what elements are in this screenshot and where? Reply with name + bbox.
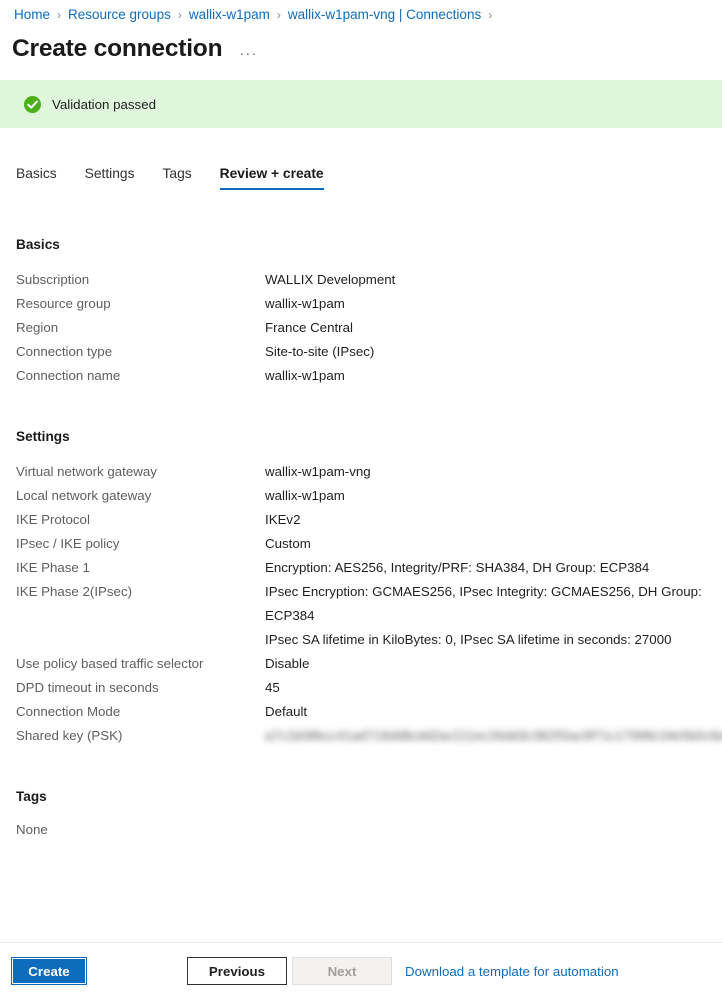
breadcrumb: Home › Resource groups › wallix-w1pam › … <box>0 0 722 24</box>
row-value-ike-protocol: IKEv2 <box>265 512 301 527</box>
row-label-ike-protocol: IKE Protocol <box>16 512 90 527</box>
row-label-connection-mode: Connection Mode <box>16 704 121 719</box>
table-row: IKE Phase 1 Encryption: AES256, Integrit… <box>16 556 714 580</box>
previous-button[interactable]: Previous <box>187 957 287 985</box>
row-value-virtual-network-gateway: wallix-w1pam-vng <box>265 464 371 479</box>
row-value-dpd-timeout: 45 <box>265 680 280 695</box>
breadcrumb-item-home[interactable]: Home <box>14 6 50 24</box>
table-row: Region France Central <box>16 316 714 340</box>
table-row: Connection name wallix-w1pam <box>16 364 714 388</box>
row-value-resource-group: wallix-w1pam <box>265 296 345 311</box>
row-label-connection-name: Connection name <box>16 368 121 383</box>
tab-settings[interactable]: Settings <box>85 166 135 190</box>
wizard-footer: Create Previous Next Download a template… <box>0 943 722 999</box>
validation-banner: Validation passed <box>0 80 722 128</box>
row-value-ike-phase-2: IPsec Encryption: GCMAES256, IPsec Integ… <box>265 584 702 647</box>
breadcrumb-separator-icon: › <box>57 8 62 22</box>
row-label-resource-group: Resource group <box>16 296 111 311</box>
next-button: Next <box>292 957 392 985</box>
breadcrumb-separator-icon: › <box>276 8 281 22</box>
row-label-ipsec-ike-policy: IPsec / IKE policy <box>16 536 120 551</box>
table-row: Connection type Site-to-site (IPsec) <box>16 340 714 364</box>
page-header: Create connection ··· <box>0 24 722 64</box>
row-value-connection-name: wallix-w1pam <box>265 368 345 383</box>
breadcrumb-separator-icon: › <box>177 8 182 22</box>
table-row: Resource group wallix-w1pam <box>16 292 714 316</box>
table-row: IPsec / IKE policy Custom <box>16 532 714 556</box>
section-title-tags: Tags <box>16 789 47 804</box>
tab-review-create[interactable]: Review + create <box>219 166 324 190</box>
row-label-ike-phase-2: IKE Phase 2(IPsec) <box>16 584 133 599</box>
wizard-tabs: Basics Settings Tags Review + create <box>0 156 722 190</box>
table-row: Subscription WALLIX Development <box>16 268 714 292</box>
more-options-icon[interactable]: ··· <box>239 46 258 60</box>
row-label-policy-based-traffic-selector: Use policy based traffic selector <box>16 656 204 671</box>
success-check-icon <box>24 95 41 113</box>
page-title: Create connection <box>12 35 223 62</box>
row-label-region: Region <box>16 320 59 335</box>
download-template-link[interactable]: Download a template for automation <box>405 964 619 979</box>
row-label-virtual-network-gateway: Virtual network gateway <box>16 464 157 479</box>
row-value-connection-mode: Default <box>265 704 308 719</box>
table-row: IKE Phase 2(IPsec) IPsec Encryption: GCM… <box>16 580 714 652</box>
row-value-shared-key-redacted: a7c1b08bcc41ad718dd8cdd2ac211ec26dd3c382… <box>265 728 722 743</box>
row-value-ipsec-ike-policy: Custom <box>265 536 311 551</box>
row-label-connection-type: Connection type <box>16 344 113 359</box>
create-button[interactable]: Create <box>11 957 87 985</box>
row-label-shared-key: Shared key (PSK) <box>16 728 123 743</box>
row-value-subscription: WALLIX Development <box>265 272 396 287</box>
tags-empty-text: None <box>16 822 48 837</box>
row-value-region: France Central <box>265 320 353 335</box>
table-row: Virtual network gateway wallix-w1pam-vng <box>16 460 714 484</box>
tab-basics[interactable]: Basics <box>16 166 57 190</box>
row-label-ike-phase-1: IKE Phase 1 <box>16 560 90 575</box>
tab-tags[interactable]: Tags <box>163 166 192 190</box>
breadcrumb-item-connections[interactable]: wallix-w1pam-vng | Connections <box>288 6 481 24</box>
row-value-policy-based-traffic-selector: Disable <box>265 656 310 671</box>
table-row: Use policy based traffic selector Disabl… <box>16 652 714 676</box>
breadcrumb-item-resource-groups[interactable]: Resource groups <box>68 6 171 24</box>
breadcrumb-item-wallix-w1pam[interactable]: wallix-w1pam <box>189 6 270 24</box>
row-value-ike-phase-1: Encryption: AES256, Integrity/PRF: SHA38… <box>265 560 650 575</box>
row-label-dpd-timeout: DPD timeout in seconds <box>16 680 159 695</box>
table-row: Local network gateway wallix-w1pam <box>16 484 714 508</box>
table-row: Connection Mode Default <box>16 700 714 724</box>
table-row: IKE Protocol IKEv2 <box>16 508 714 532</box>
row-label-local-network-gateway: Local network gateway <box>16 488 152 503</box>
settings-rows: Virtual network gateway wallix-w1pam-vng… <box>16 460 722 748</box>
row-value-connection-type: Site-to-site (IPsec) <box>265 344 375 359</box>
section-title-settings: Settings <box>16 429 70 444</box>
section-title-basics: Basics <box>16 237 60 252</box>
table-row: DPD timeout in seconds 45 <box>16 676 714 700</box>
table-row: Shared key (PSK) a7c1b08bcc41ad718dd8cdd… <box>16 724 722 748</box>
row-value-local-network-gateway: wallix-w1pam <box>265 488 345 503</box>
breadcrumb-separator-icon: › <box>488 8 493 22</box>
review-content: Basics Subscription WALLIX Development R… <box>0 237 722 840</box>
row-label-subscription: Subscription <box>16 272 90 287</box>
validation-banner-text: Validation passed <box>52 96 156 112</box>
basics-rows: Subscription WALLIX Development Resource… <box>16 268 714 388</box>
